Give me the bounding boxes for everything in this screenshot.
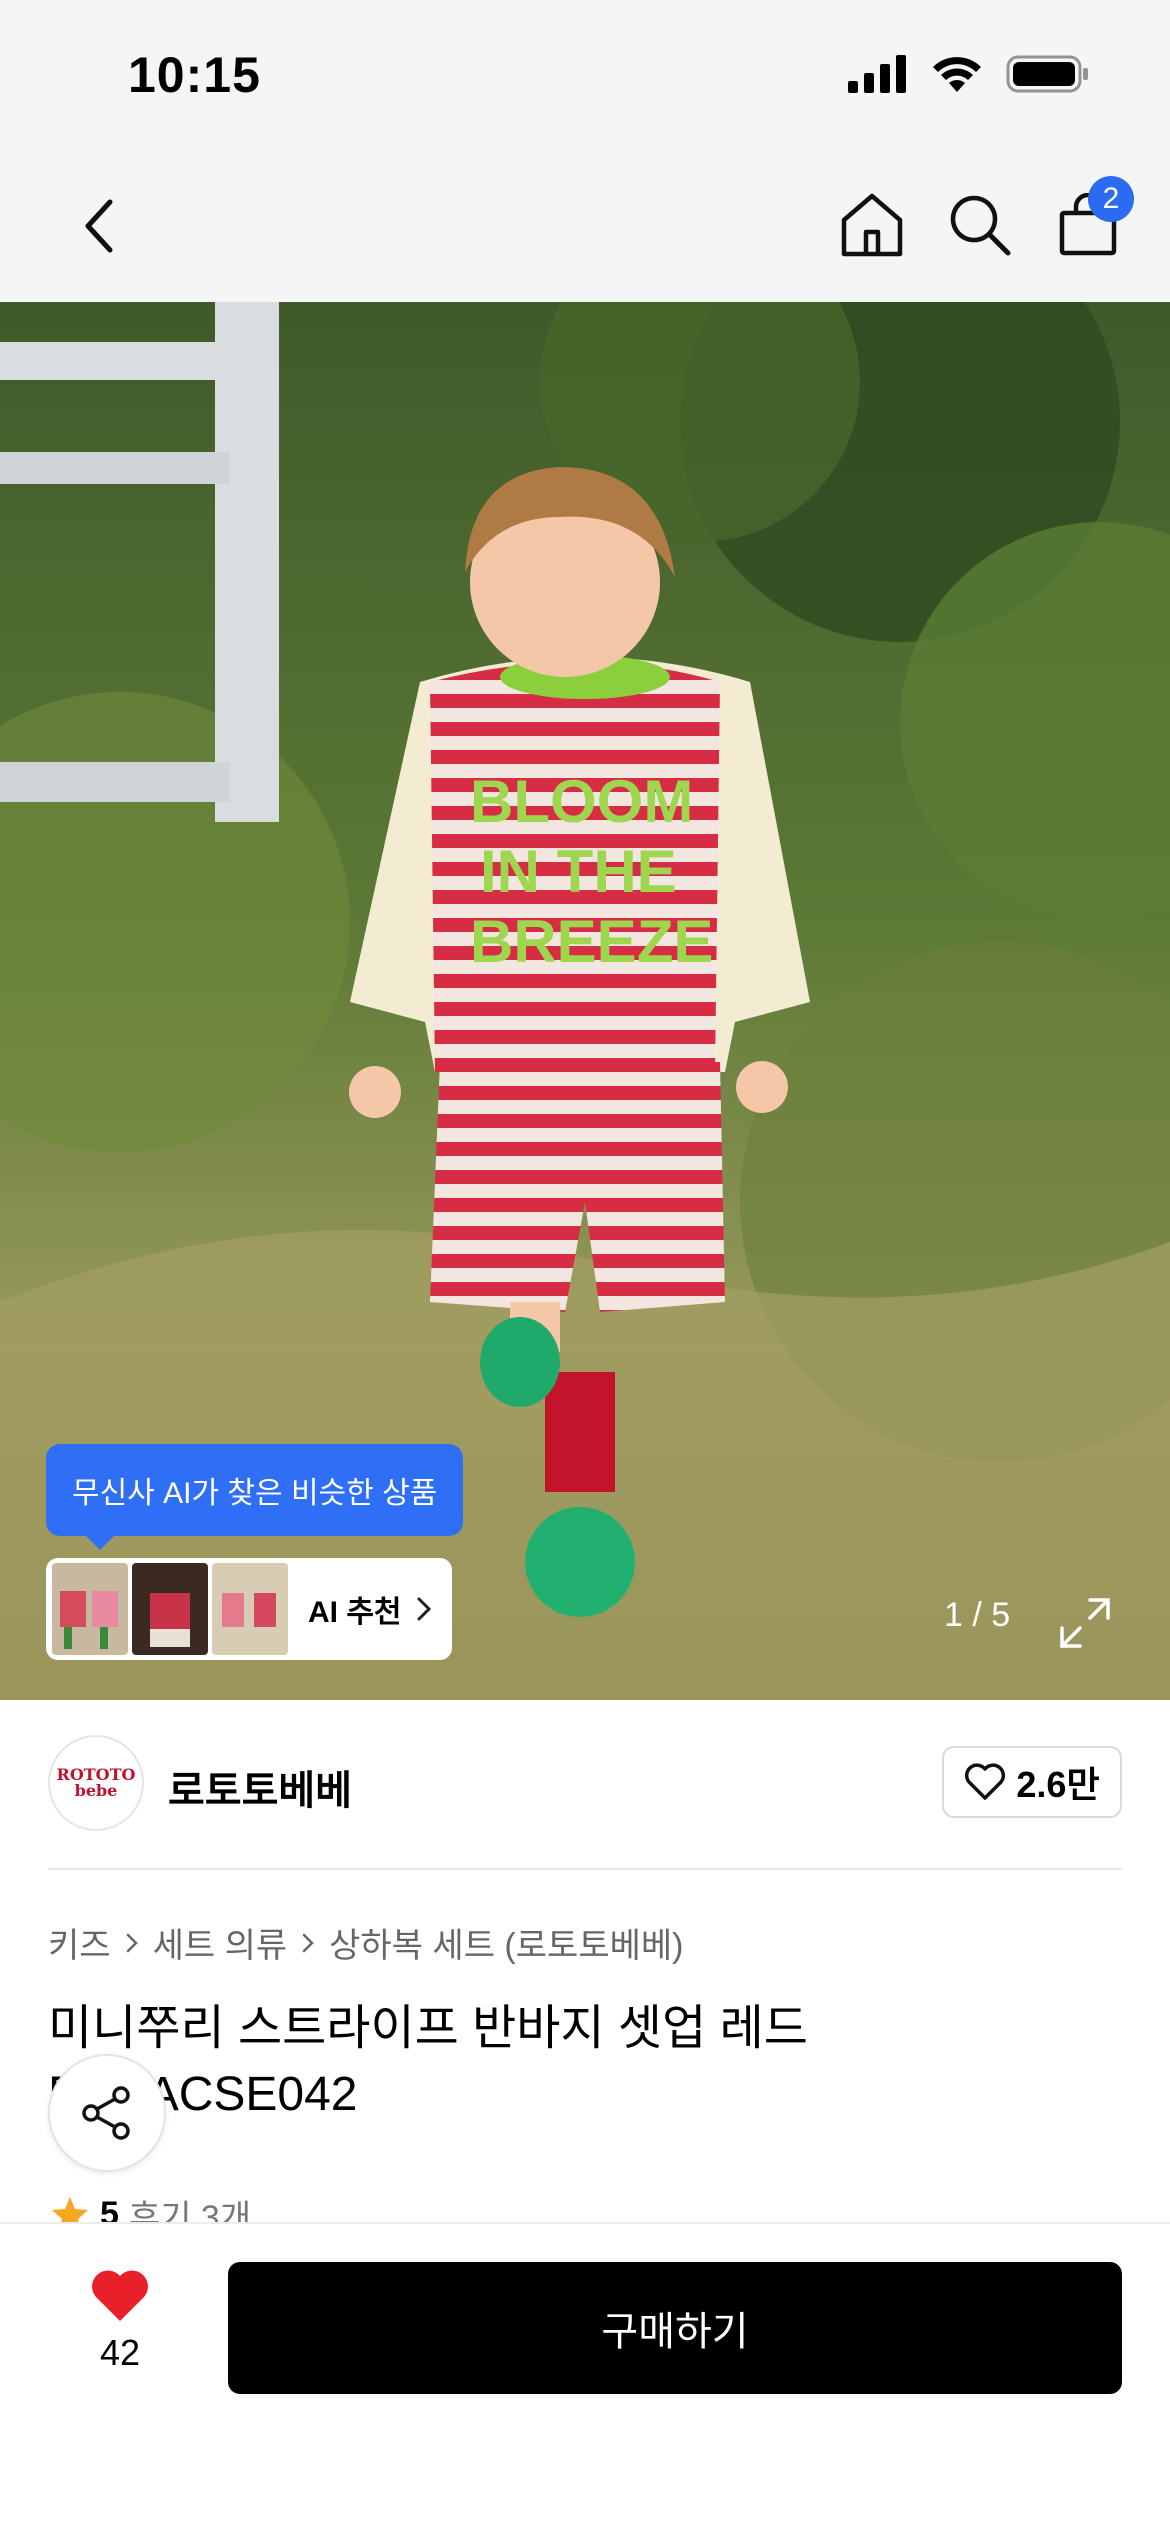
- share-icon: [82, 2086, 130, 2140]
- svg-text:BLOOM: BLOOM: [470, 768, 693, 835]
- signal-icon: [848, 55, 906, 93]
- expand-icon: [1060, 1598, 1110, 1648]
- image-counter: 1 / 5: [944, 1596, 1011, 1634]
- breadcrumb-item[interactable]: 세트 의류: [153, 1918, 288, 1967]
- status-icons: [848, 54, 1090, 94]
- favorite-count: 42: [99, 2332, 141, 2373]
- share-button[interactable]: [48, 2054, 166, 2172]
- ai-recommend-label: AI 추천: [308, 1596, 402, 1629]
- chevron-right-icon: [417, 1597, 431, 1621]
- favorite-button[interactable]: 42: [70, 2268, 170, 2374]
- brand-name[interactable]: 로토토베베: [168, 1758, 352, 1816]
- search-button[interactable]: [938, 180, 1022, 270]
- breadcrumb-item[interactable]: 키즈: [48, 1918, 111, 1967]
- heart-outline-icon: [965, 1763, 1006, 1800]
- home-icon: [841, 193, 903, 257]
- status-bar: 10:15: [0, 0, 1170, 150]
- breadcrumb-item[interactable]: 상하복 세트 (로토토베베): [329, 1918, 683, 1967]
- battery-icon: [1006, 55, 1088, 93]
- status-time: 10:15: [128, 47, 261, 103]
- ai-thumb-1: [52, 1563, 128, 1655]
- search-icon: [950, 195, 1011, 256]
- brand-logo-line2: bebe: [74, 1781, 118, 1800]
- chevron-right-icon: [125, 1932, 139, 1954]
- chevron-left-icon: [85, 199, 113, 253]
- ai-thumb-2: [132, 1563, 208, 1655]
- chevron-right-icon: [301, 1932, 315, 1954]
- heart-filled-icon: [92, 2270, 148, 2321]
- back-button[interactable]: [60, 186, 140, 266]
- cart-count-badge: 2: [1088, 176, 1134, 222]
- home-button[interactable]: [830, 180, 914, 270]
- brand-like-count: 2.6만: [1016, 1764, 1100, 1805]
- cart-button[interactable]: 2: [1046, 176, 1134, 270]
- brand-like-button[interactable]: 2.6만: [942, 1746, 1122, 1818]
- nav-actions: 2: [830, 176, 1134, 270]
- wifi-icon: [933, 57, 981, 92]
- ai-thumb-3: [212, 1563, 288, 1655]
- expand-button[interactable]: [1058, 1596, 1112, 1650]
- svg-text:BREEZE: BREEZE: [470, 908, 713, 975]
- brand-logo[interactable]: ROTOTO bebe: [48, 1735, 144, 1831]
- divider: [48, 1868, 1122, 1870]
- product-title: 미니쭈리 스트라이프 반바지 셋업 레드 RO6ACSE042: [48, 2002, 808, 2121]
- breadcrumb: 키즈 세트 의류 상하복 세트 (로토토베베): [48, 1918, 683, 1967]
- ai-recommend-card[interactable]: AI 추천: [46, 1558, 452, 1660]
- nav-bar: 2: [0, 150, 1170, 302]
- ai-similar-tooltip[interactable]: 무신사 AI가 찾은 비슷한 상품: [46, 1444, 464, 1550]
- bottom-bar: 42 구매하기: [0, 2222, 1170, 2532]
- brand-row: ROTOTO bebe 로토토베베 2.6만: [0, 1700, 1170, 1870]
- buy-button[interactable]: 구매하기: [228, 2262, 1122, 2394]
- svg-text:IN THE: IN THE: [480, 838, 677, 905]
